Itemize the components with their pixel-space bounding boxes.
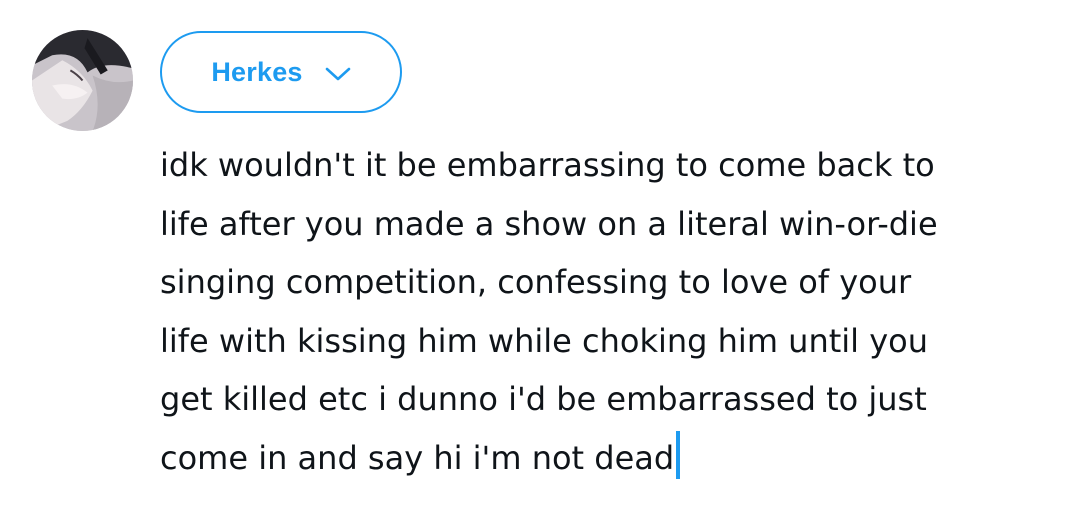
text-line-last: come in and say hi i'm not dead [160, 429, 1060, 488]
text-cursor [676, 430, 681, 479]
text-line: singing competition, confessing to love … [160, 263, 912, 301]
text-line: life after you made a show on a literal … [160, 204, 938, 243]
chevron-down-icon [325, 67, 350, 81]
audience-dropdown-button[interactable]: Herkes [160, 31, 402, 113]
tweet-text-editor[interactable]: idk wouldn't it be embarrassing to come … [160, 136, 1060, 486]
text-line: life with kissing him while choking him … [160, 321, 929, 360]
text-line: get killed etc i dunno i'd be embarrasse… [160, 380, 927, 418]
avatar[interactable] [32, 30, 133, 131]
audience-label: Herkes [211, 56, 303, 87]
avatar-image [32, 30, 133, 131]
text-line: come in and say hi i'm not dead [160, 438, 675, 477]
text-line: idk wouldn't it be embarrassing to come … [160, 146, 935, 184]
